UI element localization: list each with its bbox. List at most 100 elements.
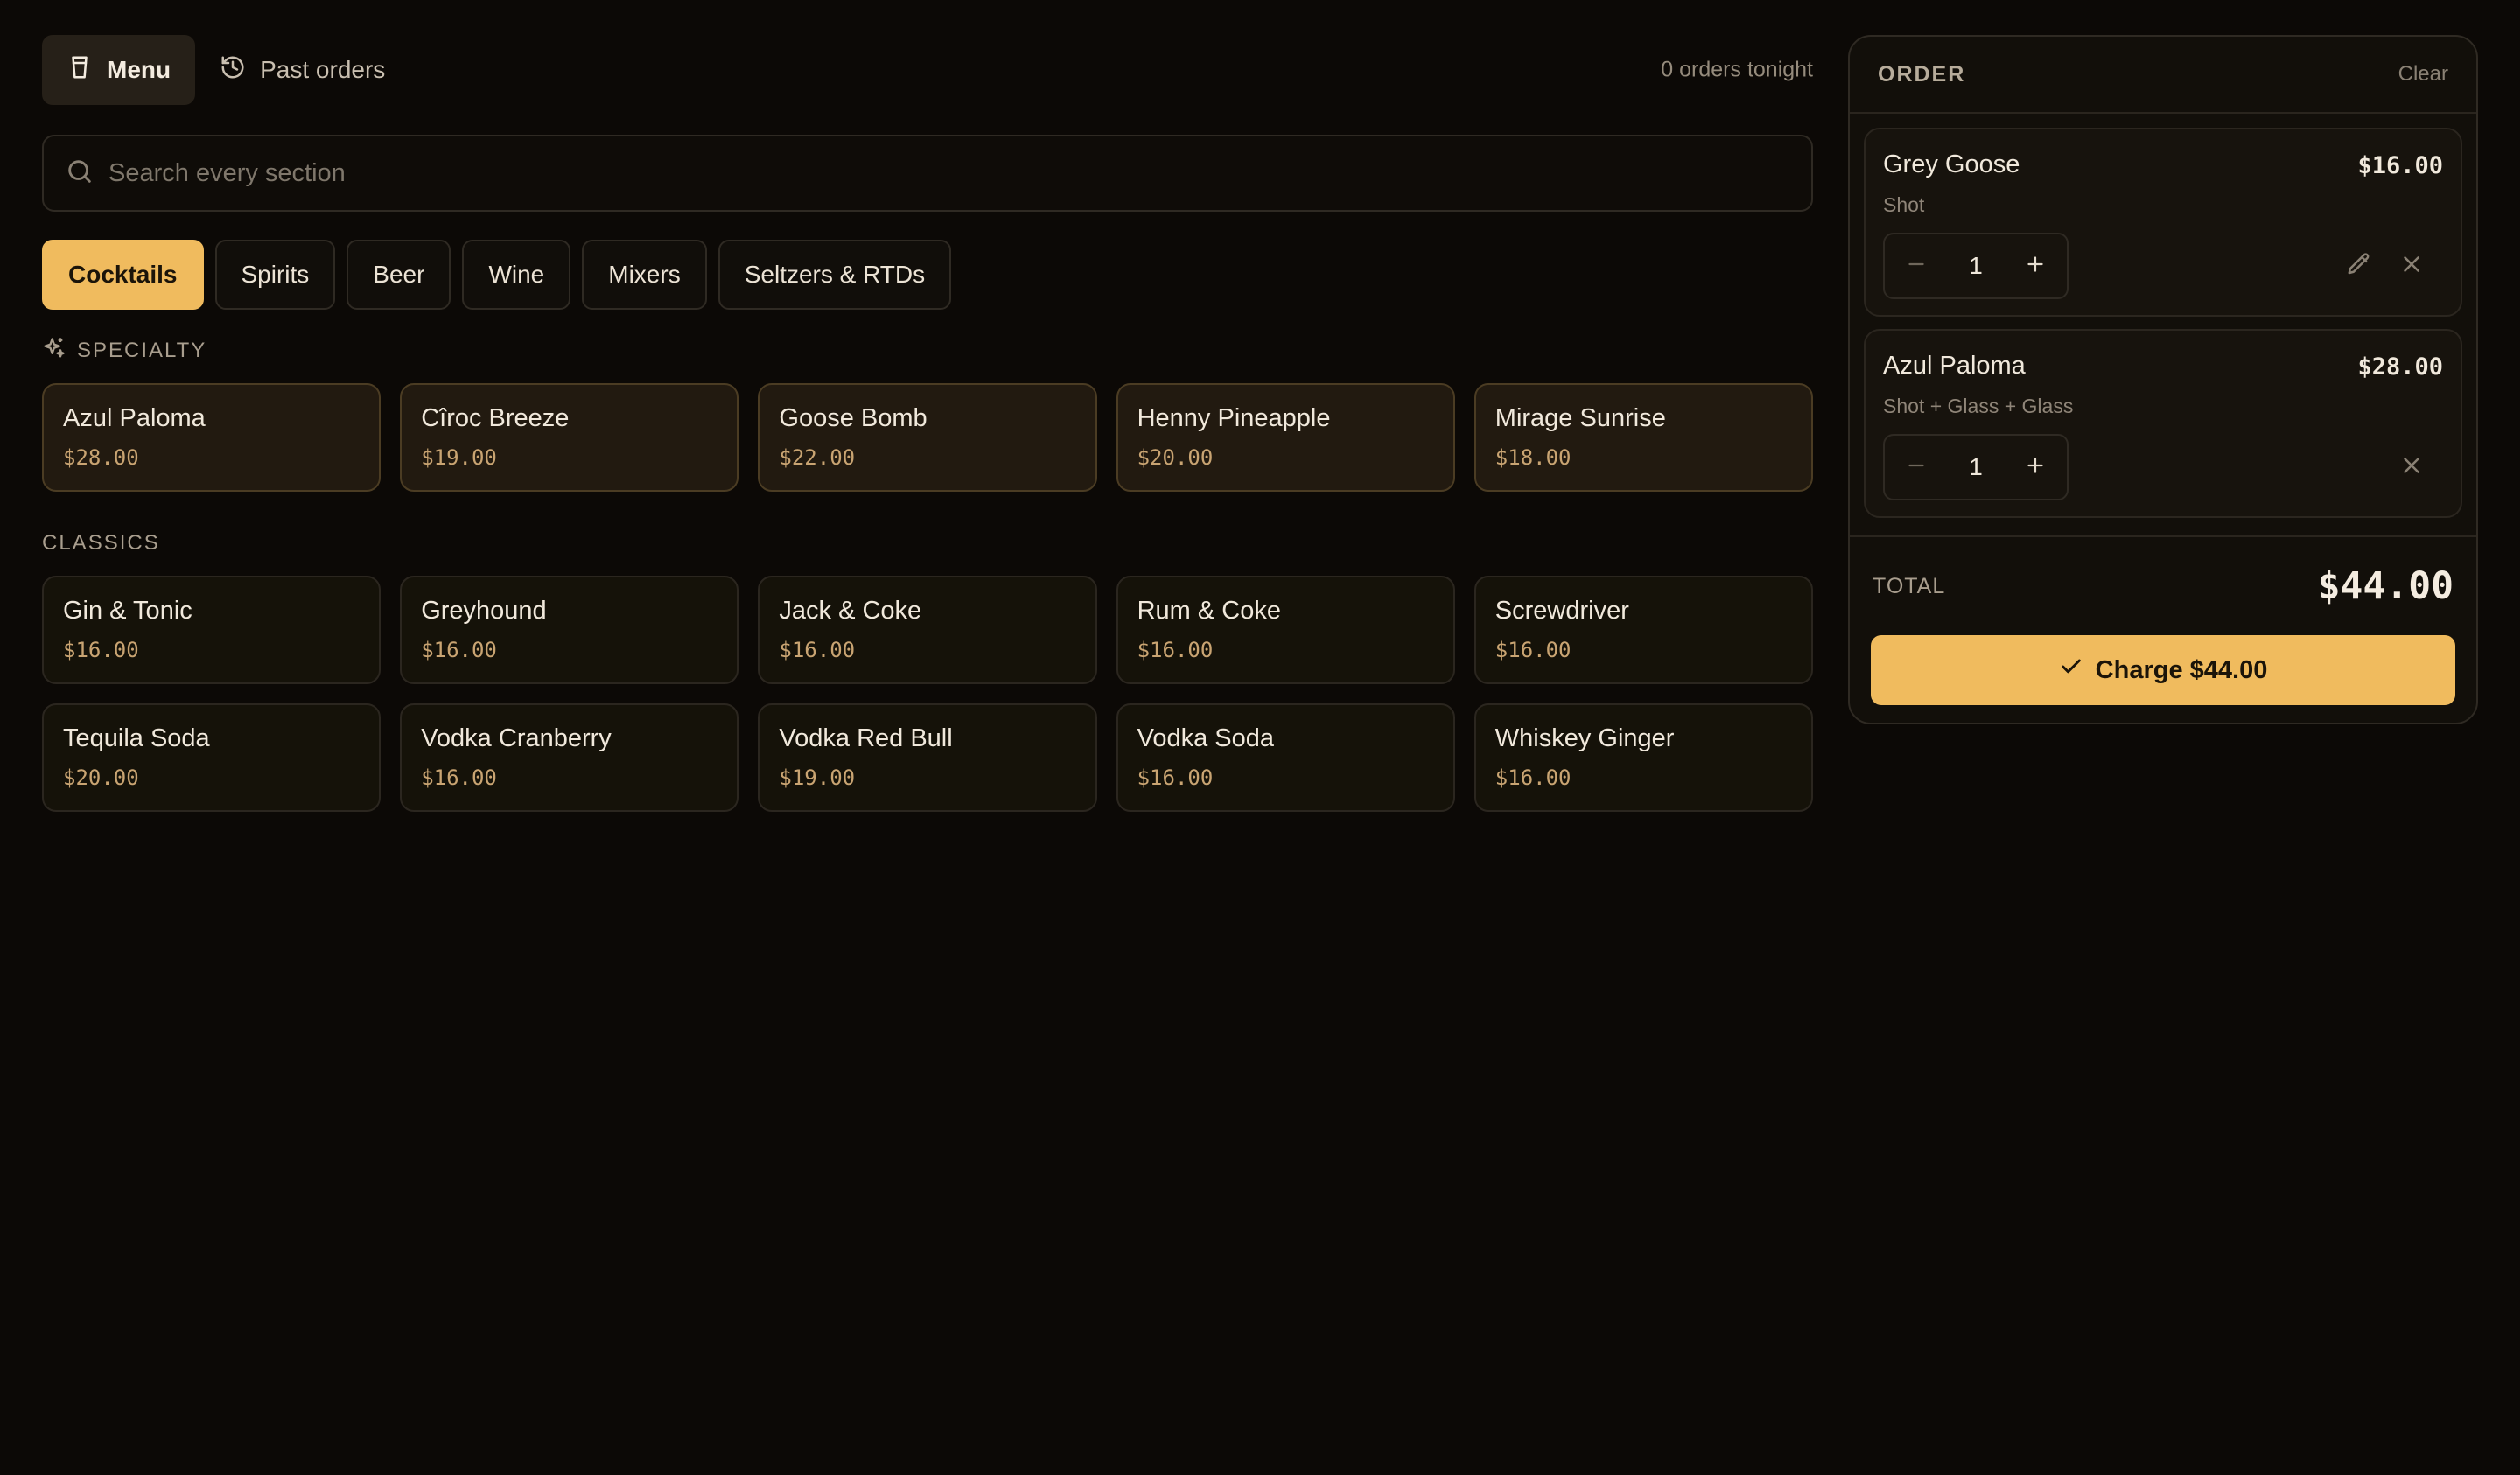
line-item-price: $16.00: [2357, 152, 2443, 179]
order-line-item: Grey Goose $16.00 Shot 1: [1864, 128, 2462, 317]
menu-item-card[interactable]: Vodka Soda $16.00: [1116, 703, 1455, 812]
menu-item-card[interactable]: Cîroc Breeze $19.00: [400, 383, 739, 492]
specialty-grid: Azul Paloma $28.00 Cîroc Breeze $19.00 Goose…: [42, 383, 1813, 492]
plus-icon: [2024, 454, 2047, 481]
plus-icon: [2024, 253, 2047, 280]
decrease-quantity-button[interactable]: [1885, 436, 1948, 499]
tab-mixers[interactable]: Mixers: [582, 240, 707, 310]
decrease-quantity-button[interactable]: [1885, 234, 1948, 297]
menu-item-price: $19.00: [421, 445, 497, 470]
menu-item-name: Henny Pineapple: [1137, 404, 1331, 432]
tab-beer[interactable]: Beer: [346, 240, 452, 310]
line-item-price: $28.00: [2357, 353, 2443, 381]
menu-item-card[interactable]: Tequila Soda $20.00: [42, 703, 382, 812]
menu-item-name: Mirage Sunrise: [1494, 404, 1666, 432]
tab-spirits[interactable]: Spirits: [214, 240, 336, 310]
menu-item-card[interactable]: Whiskey Ginger $16.00: [1474, 703, 1813, 812]
menu-item-name: Tequila Soda: [63, 724, 210, 752]
minus-icon: [1905, 454, 1928, 481]
order-line-item: Azul Paloma $28.00 Shot + Glass + Glass 1: [1864, 329, 2462, 518]
menu-item-card[interactable]: Mirage Sunrise $18.00: [1474, 383, 1813, 492]
total-value: $44.00: [2317, 564, 2454, 608]
search-icon: [65, 157, 94, 191]
search-bar[interactable]: [42, 135, 1813, 212]
menu-item-card[interactable]: Rum & Coke $16.00: [1116, 576, 1455, 684]
menu-item-price: $28.00: [63, 445, 139, 470]
orders-count: 0 orders tonight: [1661, 57, 1813, 82]
quantity-stepper: 1: [1883, 434, 2068, 500]
menu-item-name: Vodka Soda: [1137, 724, 1275, 752]
section-heading-specialty: SPECIALTY: [42, 336, 1813, 367]
cup-icon: [66, 54, 93, 87]
tab-seltzers-rtds[interactable]: Seltzers & RTDs: [718, 240, 952, 310]
menu-item-card[interactable]: Azul Paloma $28.00: [42, 383, 382, 492]
menu-area: Menu Past orders 0 orders tonight Cockta…: [42, 35, 1813, 812]
line-item-detail: Shot: [1883, 193, 1925, 216]
menu-nav-button[interactable]: Menu: [42, 35, 196, 105]
menu-item-price: $16.00: [421, 765, 497, 790]
menu-item-name: Rum & Coke: [1137, 597, 1281, 625]
order-line-items: Grey Goose $16.00 Shot 1 Azul Paloma $28.00 Sh…: [1850, 114, 2476, 518]
menu-item-price: $18.00: [1494, 445, 1572, 470]
order-header: ORDER Clear: [1850, 37, 2476, 114]
menu-item-name: Cîroc Breeze: [421, 404, 570, 432]
menu-item-card[interactable]: Vodka Cranberry $16.00: [400, 703, 739, 812]
menu-item-price: $16.00: [421, 638, 497, 662]
increase-quantity-button[interactable]: [2004, 436, 2067, 499]
menu-item-price: $16.00: [1137, 638, 1214, 662]
clear-order-button[interactable]: Clear: [2398, 62, 2448, 87]
charge-button[interactable]: Charge $44.00: [1871, 635, 2455, 705]
menu-item-card[interactable]: Goose Bomb $22.00: [758, 383, 1097, 492]
charge-label: Charge $44.00: [2095, 655, 2268, 684]
total-row: TOTAL $44.00: [1871, 537, 2455, 635]
menu-item-price: $22.00: [779, 445, 856, 470]
history-icon: [220, 54, 246, 87]
menu-nav-label: Menu: [107, 56, 172, 83]
menu-item-card[interactable]: Screwdriver $16.00: [1474, 576, 1813, 684]
increase-quantity-button[interactable]: [2004, 234, 2067, 297]
close-icon: [2398, 251, 2425, 282]
menu-item-price: $20.00: [1137, 445, 1214, 470]
remove-item-button[interactable]: [2394, 450, 2429, 485]
quantity-stepper: 1: [1883, 233, 2068, 299]
menu-item-price: $20.00: [63, 765, 139, 790]
order-title: ORDER: [1878, 61, 1966, 87]
close-icon: [2398, 452, 2425, 483]
section-label-classics: CLASSICS: [42, 531, 160, 555]
menu-item-card[interactable]: Gin & Tonic $16.00: [42, 576, 382, 684]
menu-item-card[interactable]: Greyhound $16.00: [400, 576, 739, 684]
menu-item-name: Vodka Red Bull: [779, 724, 953, 752]
menu-item-price: $16.00: [1494, 638, 1572, 662]
menu-item-card[interactable]: Henny Pineapple $20.00: [1116, 383, 1455, 492]
tab-cocktails[interactable]: Cocktails: [42, 240, 204, 310]
sparkles-icon: [42, 336, 66, 367]
menu-item-price: $16.00: [1494, 765, 1572, 790]
tab-wine[interactable]: Wine: [462, 240, 571, 310]
menu-item-card[interactable]: Jack & Coke $16.00: [758, 576, 1097, 684]
quantity-value: 1: [1969, 453, 1983, 480]
edit-item-button[interactable]: [2342, 248, 2376, 283]
section-label-specialty: SPECIALTY: [77, 339, 207, 362]
menu-item-name: Goose Bomb: [779, 404, 928, 432]
menu-item-price: $16.00: [1137, 765, 1214, 790]
top-bar: Menu Past orders 0 orders tonight: [42, 35, 1813, 105]
menu-item-price: $16.00: [63, 638, 139, 662]
menu-item-price: $19.00: [779, 765, 856, 790]
pencil-icon: [2346, 251, 2372, 282]
menu-item-price: $16.00: [779, 638, 856, 662]
search-input[interactable]: [108, 158, 1790, 188]
past-orders-button[interactable]: Past orders: [195, 35, 410, 105]
remove-item-button[interactable]: [2394, 248, 2429, 283]
classics-grid: Gin & Tonic $16.00 Greyhound $16.00 Jack & C…: [42, 576, 1813, 812]
menu-item-name: Greyhound: [421, 597, 547, 625]
past-orders-label: Past orders: [260, 56, 386, 83]
category-tabs: Cocktails Spirits Beer Wine Mixers Seltzers &…: [42, 240, 1813, 310]
menu-item-name: Vodka Cranberry: [421, 724, 612, 752]
check-icon: [2059, 654, 2083, 686]
minus-icon: [1905, 253, 1928, 280]
menu-item-name: Whiskey Ginger: [1494, 724, 1675, 752]
order-footer: TOTAL $44.00 Charge $44.00: [1850, 535, 2476, 705]
menu-item-card[interactable]: Vodka Red Bull $19.00: [758, 703, 1097, 812]
menu-item-name: Azul Paloma: [63, 404, 206, 432]
total-label: TOTAL: [1872, 573, 1946, 598]
